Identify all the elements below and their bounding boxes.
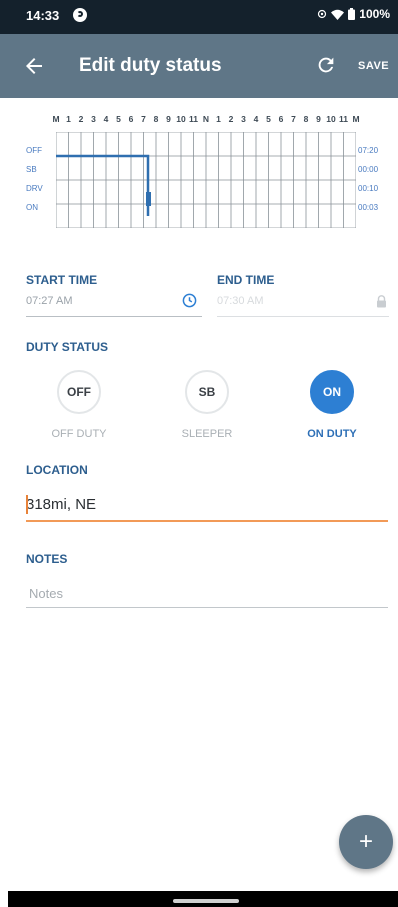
refresh-icon[interactable] bbox=[315, 54, 337, 76]
hour-label: 7 bbox=[141, 114, 146, 124]
add-button[interactable]: + bbox=[339, 815, 393, 869]
hour-label: 8 bbox=[153, 114, 159, 124]
home-gesture-handle[interactable] bbox=[173, 899, 239, 903]
battery-icon bbox=[348, 8, 356, 20]
graph-total-on: 00:03 bbox=[358, 203, 379, 212]
graph-total-off: 07:20 bbox=[358, 146, 379, 155]
hour-label: 2 bbox=[78, 114, 84, 124]
hour-label: 4 bbox=[103, 114, 109, 124]
duty-option-off[interactable]: OFF OFF DUTY bbox=[29, 370, 129, 460]
graph-row-label-on: ON bbox=[26, 203, 38, 212]
text-cursor bbox=[26, 495, 28, 514]
location-input[interactable]: 318mi, NE bbox=[26, 496, 96, 513]
duty-line bbox=[56, 154, 151, 216]
add-icon: + bbox=[358, 828, 373, 855]
edit-duty-status-screen: 14:33 100% Edit duty status SAVE M 1 2 3… bbox=[0, 0, 398, 907]
on-duty-button[interactable]: ON bbox=[310, 370, 354, 414]
status-bar: 14:33 100% bbox=[0, 0, 398, 34]
on-duty-caption: ON DUTY bbox=[307, 428, 357, 440]
sleeper-button[interactable]: SB bbox=[185, 370, 229, 414]
hour-label: 3 bbox=[91, 114, 96, 124]
hour-label: 1 bbox=[216, 114, 221, 124]
clock-icon[interactable] bbox=[182, 293, 197, 308]
hour-label: 9 bbox=[316, 114, 321, 124]
hour-label: 10 bbox=[176, 114, 186, 124]
graph-row-label-off: OFF bbox=[26, 146, 42, 155]
location-icon bbox=[318, 9, 327, 19]
location-label: LOCATION bbox=[26, 463, 88, 477]
status-indicators: 100% bbox=[317, 7, 390, 21]
hour-label: M bbox=[52, 114, 60, 124]
notes-underline bbox=[26, 607, 388, 608]
duty-status-label: DUTY STATUS bbox=[26, 340, 109, 354]
graph-grid bbox=[56, 132, 356, 228]
location-underline bbox=[26, 520, 388, 522]
notes-input[interactable]: Notes bbox=[29, 586, 63, 601]
hour-label: 6 bbox=[128, 114, 134, 124]
hour-label: 2 bbox=[228, 114, 234, 124]
hour-label: 11 bbox=[339, 114, 348, 124]
hour-labels: M 1 2 3 4 5 6 7 8 9 10 11 N 1 2 3 4 5 6 7 8 9 10 11 M bbox=[52, 114, 360, 126]
save-button[interactable]: SAVE bbox=[358, 60, 389, 72]
battery-percent: 100% bbox=[359, 7, 390, 21]
start-time-underline bbox=[26, 316, 202, 317]
end-time-field: 07:30 AM bbox=[217, 295, 264, 307]
hour-label: 8 bbox=[303, 114, 309, 124]
hour-label: N bbox=[202, 114, 210, 124]
lock-icon bbox=[377, 295, 386, 308]
duty-option-sb[interactable]: SB SLEEPER bbox=[157, 370, 257, 460]
notes-label: NOTES bbox=[26, 552, 68, 566]
arrow-back-icon[interactable] bbox=[22, 54, 46, 78]
hour-label: 4 bbox=[253, 114, 259, 124]
wifi-icon bbox=[331, 9, 345, 20]
status-time: 14:33 bbox=[26, 8, 60, 23]
graph-total-drv: 00:10 bbox=[358, 184, 379, 193]
off-duty-button[interactable]: OFF bbox=[57, 370, 101, 414]
end-time-underline bbox=[217, 316, 389, 317]
duty-status-graph: M 1 2 3 4 5 6 7 8 9 10 11 N 1 2 3 4 5 6 7 8 9 10 11 M OFF SB DRV… bbox=[22, 108, 378, 238]
hour-label: 6 bbox=[278, 114, 284, 124]
hour-label: 1 bbox=[66, 114, 71, 124]
duty-option-on[interactable]: ON ON DUTY bbox=[282, 370, 382, 460]
hour-label: 7 bbox=[291, 114, 296, 124]
off-duty-caption: OFF DUTY bbox=[51, 428, 107, 440]
hour-label: 3 bbox=[241, 114, 246, 124]
app-bar: Edit duty status SAVE bbox=[0, 34, 398, 98]
hour-label: 10 bbox=[326, 114, 336, 124]
sleeper-caption: SLEEPER bbox=[181, 428, 233, 440]
page-title: Edit duty status bbox=[79, 55, 222, 76]
hour-label: 11 bbox=[189, 114, 198, 124]
graph-total-sb: 00:00 bbox=[358, 165, 379, 174]
hour-label: 9 bbox=[166, 114, 171, 124]
graph-row-label-drv: DRV bbox=[26, 184, 43, 193]
start-time-field[interactable]: 07:27 AM bbox=[26, 295, 72, 307]
end-time-label: END TIME bbox=[217, 273, 275, 287]
hour-label: 5 bbox=[266, 114, 271, 124]
hour-label: M bbox=[352, 114, 360, 124]
notification-app-icon bbox=[73, 8, 87, 22]
hour-label: 5 bbox=[116, 114, 121, 124]
start-time-label: START TIME bbox=[26, 273, 98, 287]
graph-row-label-sb: SB bbox=[26, 165, 37, 174]
